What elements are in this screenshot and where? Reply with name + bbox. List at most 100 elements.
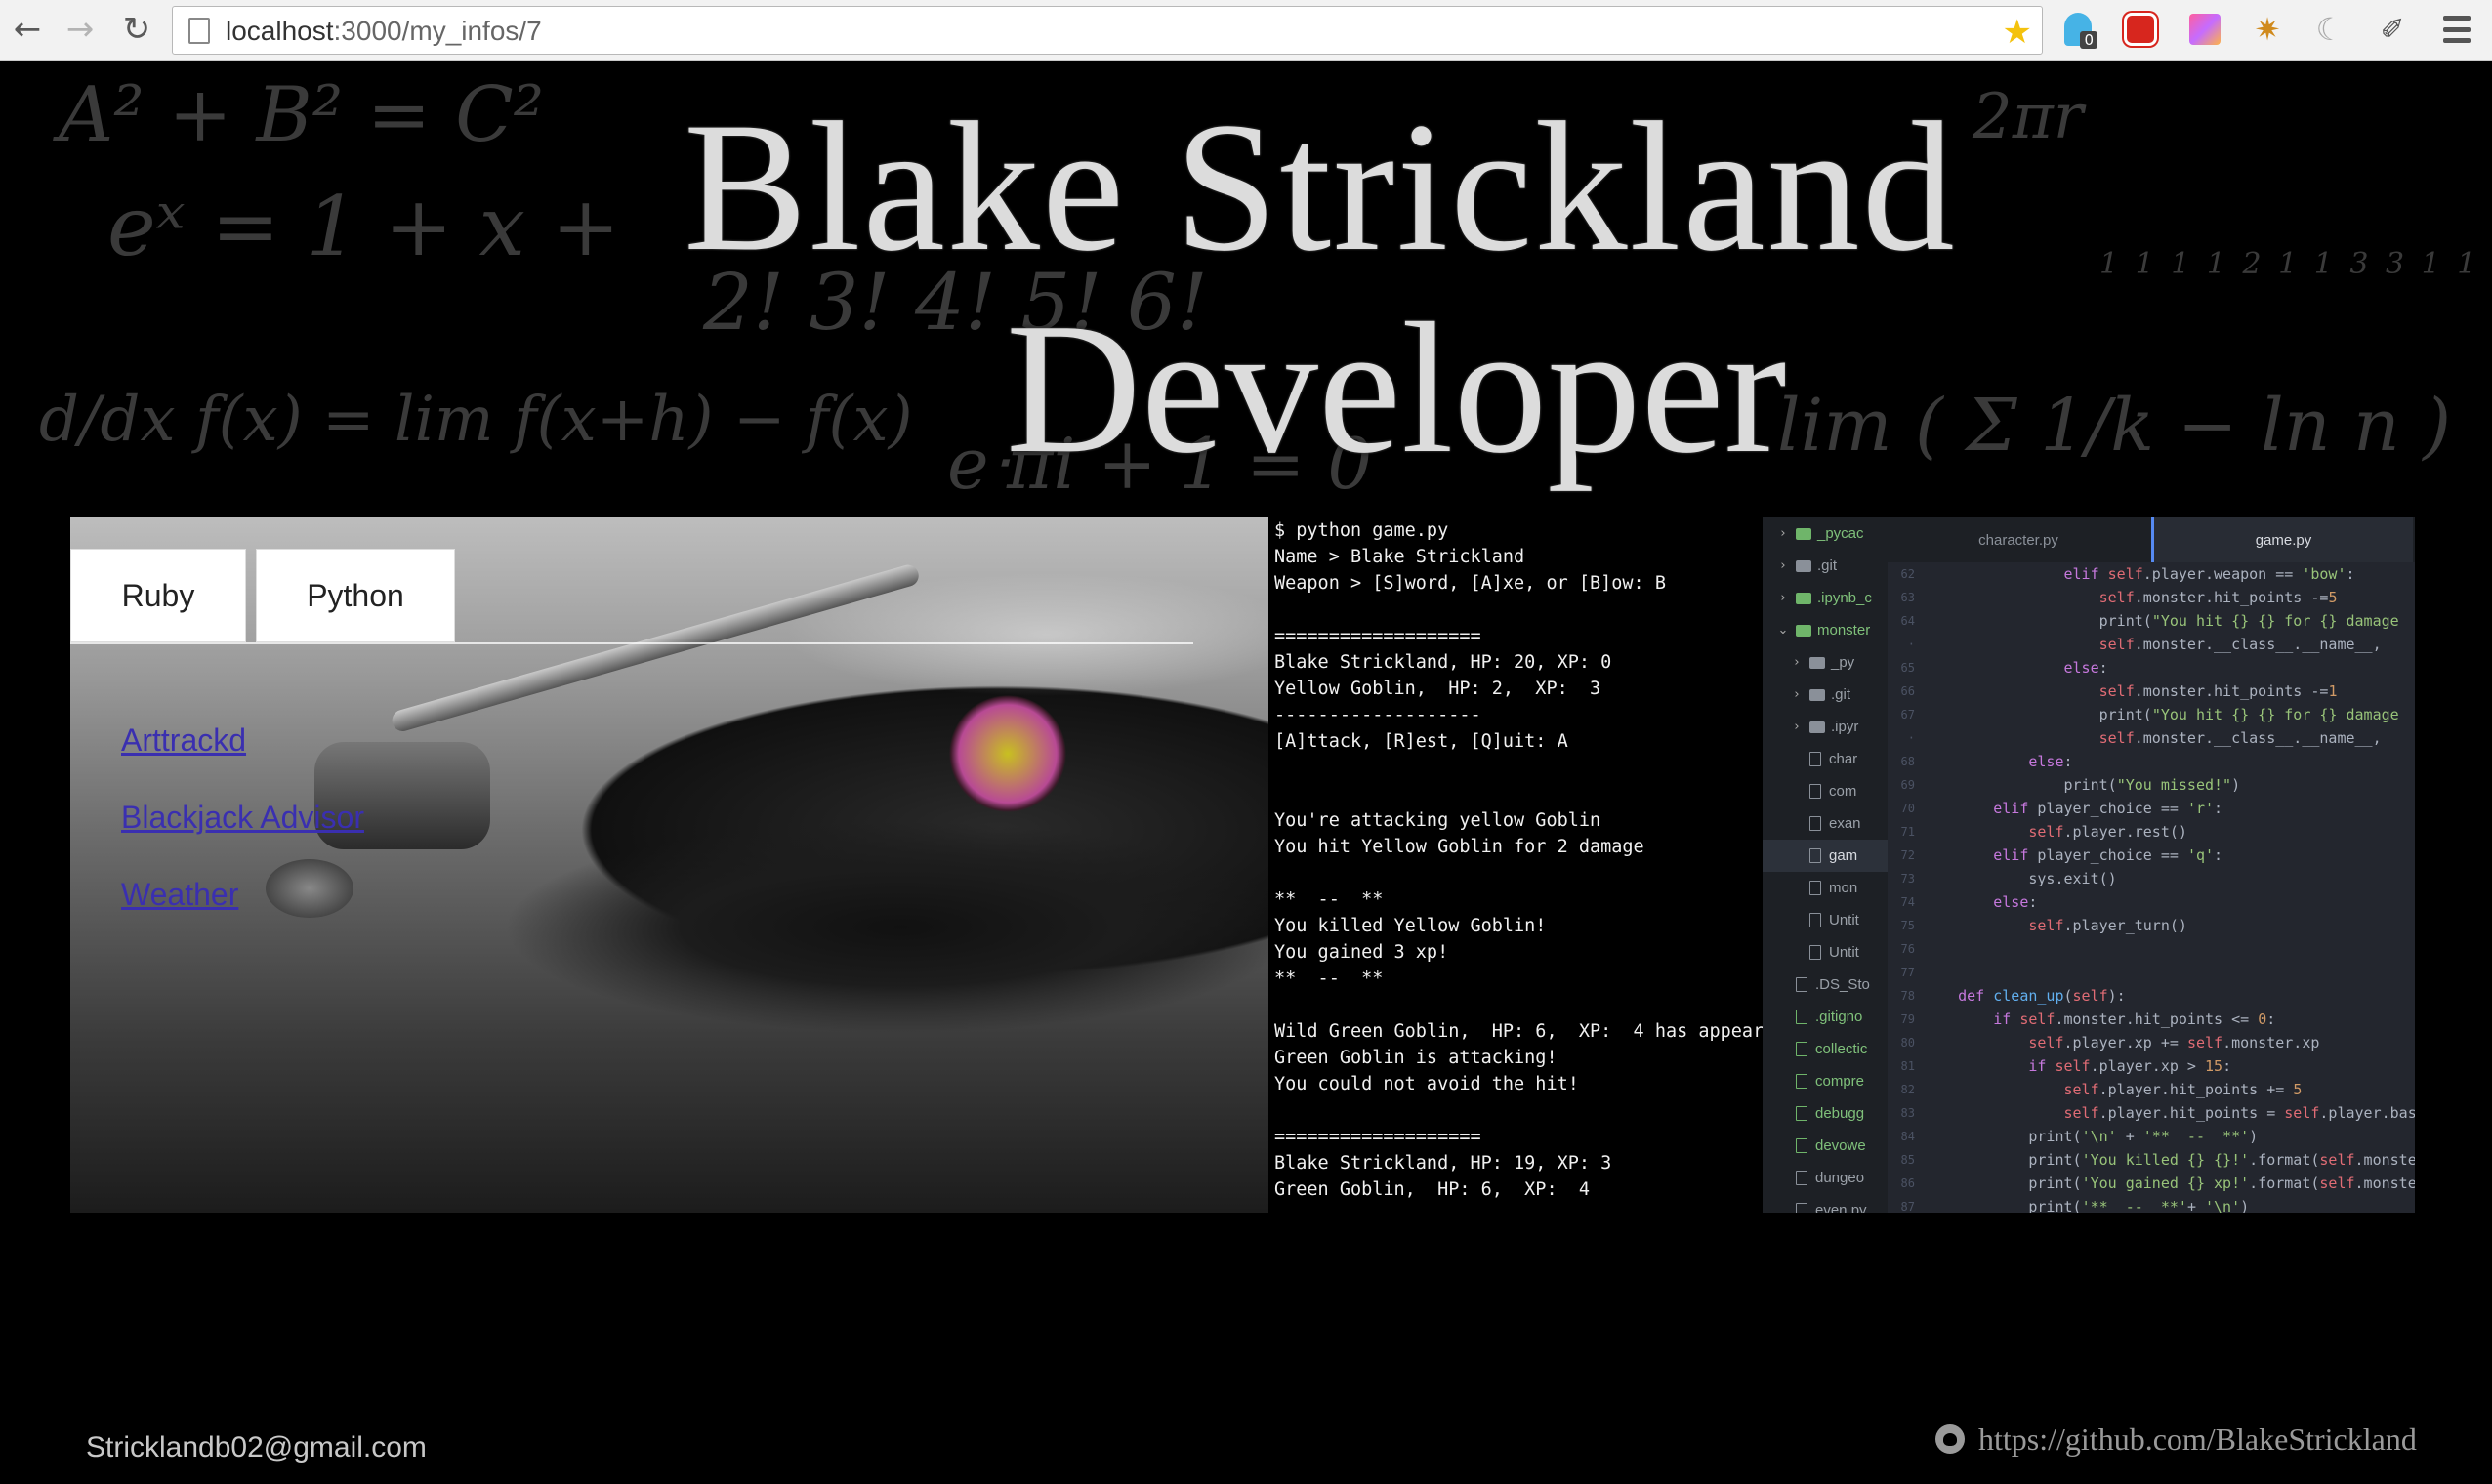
tree-item[interactable]: mon (1763, 872, 1888, 904)
line-number: 86 (1900, 1176, 1915, 1190)
reload-icon[interactable]: ↻ (115, 8, 158, 51)
tree-item-label: Untit (1829, 912, 1859, 928)
menu-icon[interactable] (2437, 12, 2476, 47)
code-text: else: (2028, 753, 2073, 770)
file-icon (1796, 1010, 1807, 1024)
tree-item[interactable]: com (1763, 775, 1888, 807)
code-text: self.monster.__class__.__name__, (2098, 729, 2382, 747)
terminal-line: ------------------- (1274, 705, 1481, 725)
tree-item[interactable]: Untit (1763, 904, 1888, 936)
terminal-line: [A]ttack, [R]est, [Q]uit: A (1274, 731, 1568, 752)
editor-tab-character[interactable]: character.py (1888, 517, 2149, 562)
tree-item[interactable]: exan (1763, 807, 1888, 840)
link-weather[interactable]: Weather (121, 877, 364, 913)
tree-item[interactable]: › .ipyr (1763, 711, 1888, 743)
moon-icon[interactable]: ☾ (2310, 10, 2349, 49)
ghostery-icon[interactable]: 0 (2058, 10, 2097, 49)
link-arttrackd[interactable]: Arttrackd (121, 722, 364, 759)
line-number: 74 (1900, 895, 1915, 909)
terminal-line: =================== (1274, 1127, 1481, 1147)
tree-item[interactable]: char (1763, 743, 1888, 775)
tab-python[interactable]: Python (256, 549, 455, 642)
line-number: 80 (1900, 1036, 1915, 1050)
colorzilla-icon[interactable] (2185, 10, 2224, 49)
editor-panel: › _pycac › .git › .ipynb_c ⌄ monster › _py › .git ›.… (1763, 517, 2415, 1213)
line-number: 72 (1900, 848, 1915, 862)
tree-item[interactable]: debugg (1763, 1097, 1888, 1130)
line-number: 66 (1900, 684, 1915, 698)
editor-tabs: character.py game.py (1888, 517, 2415, 562)
terminal-line: $ python game.py (1274, 520, 1449, 541)
tree-item[interactable]: devowe (1763, 1130, 1888, 1162)
line-number: · (1907, 638, 1915, 651)
code-view: 62 elif self.player.weapon == 'bow': 63 s… (1888, 562, 2415, 1213)
file-icon (1796, 1171, 1807, 1185)
folder-icon (1796, 527, 1811, 540)
tree-item[interactable]: Untit (1763, 936, 1888, 969)
tree-item[interactable]: ⌄ monster (1763, 614, 1888, 646)
code-text: elif player_choice == 'r': (1993, 800, 2223, 817)
github-icon[interactable] (1935, 1424, 1965, 1454)
tree-item[interactable]: › .git (1763, 550, 1888, 582)
chevron-icon: › (1794, 655, 1800, 670)
star-icon[interactable]: ★ (2003, 13, 2032, 52)
folder-icon (1809, 721, 1825, 733)
tree-item[interactable]: .gitigno (1763, 1001, 1888, 1033)
tree-item[interactable]: › .ipynb_c (1763, 582, 1888, 614)
tree-item-label: mon (1829, 880, 1858, 896)
link-blackjack-advisor[interactable]: Blackjack Advisor (121, 800, 364, 836)
tree-item[interactable]: .DS_Sto (1763, 969, 1888, 1001)
tree-item[interactable]: › _pycac (1763, 517, 1888, 550)
tree-item[interactable]: › _py (1763, 646, 1888, 679)
github-link[interactable]: https://github.com/BlakeStrickland (1978, 1422, 2417, 1458)
banner-name: Blake Strickland (684, 85, 1957, 290)
url-text[interactable]: localhost:3000/my_infos/7 (226, 16, 542, 47)
terminal-line: You killed Yellow Goblin! (1274, 916, 1547, 936)
code-text: self.player.xp += self.monster.xp (2028, 1034, 2320, 1051)
terminal-line: Blake Strickland, HP: 19, XP: 3 (1274, 1153, 1612, 1174)
tree-item[interactable]: collectic (1763, 1033, 1888, 1065)
terminal-line: ** -- ** (1274, 889, 1384, 910)
adblock-icon[interactable] (2121, 10, 2160, 49)
file-icon (1809, 913, 1821, 928)
address-bar[interactable]: localhost:3000/my_infos/7 ★ (172, 6, 2043, 55)
header-banner: A² + B² = C² eˣ = 1 + x + d/dx f(x) = li… (0, 62, 2492, 518)
chevron-icon: ⌄ (1777, 623, 1789, 638)
tree-item[interactable]: dungeo (1763, 1162, 1888, 1194)
tree-item[interactable]: › .git (1763, 679, 1888, 711)
eyedropper-icon[interactable]: ✐ (2373, 10, 2412, 49)
code-line: 82 self.player.hit_points += 5 (1888, 1078, 2415, 1101)
tree-item-label: debugg (1815, 1105, 1865, 1122)
chevron-icon: › (1780, 558, 1786, 573)
math-eq-circumference: 2πr (1973, 81, 2084, 153)
tab-ruby[interactable]: Ruby (70, 549, 246, 642)
tree-item[interactable]: even.py (1763, 1194, 1888, 1213)
tree-item[interactable]: compre (1763, 1065, 1888, 1097)
code-text: else: (1993, 893, 2038, 911)
math-eq-derivative: d/dx f(x) = lim f(x+h) − f(x) (39, 384, 913, 456)
code-line: 80 self.player.xp += self.monster.xp (1888, 1031, 2415, 1054)
footer-github[interactable]: https://github.com/BlakeStrickland (1935, 1418, 2417, 1461)
folder-icon (1809, 656, 1825, 669)
line-number: 76 (1900, 942, 1915, 956)
back-arrow-icon[interactable]: ← (6, 8, 49, 51)
gear-extension-icon[interactable]: ✷ (2248, 10, 2287, 49)
tree-item[interactable]: gam (1763, 840, 1888, 872)
math-eq-exponential: eˣ = 1 + x + (107, 179, 620, 274)
banner-role: Developer (1006, 284, 1787, 492)
math-pascal-triangle: 1 1 1 1 2 1 1 3 3 1 1 4 6 4 1 (2099, 247, 2492, 281)
code-line: 73 sys.exit() (1888, 867, 2415, 890)
code-text: elif player_choice == 'q': (1993, 846, 2223, 864)
code-line: 79 if self.monster.hit_points <= 0: (1888, 1008, 2415, 1031)
code-text: sys.exit() (1923, 870, 2117, 887)
forward-arrow-icon[interactable]: → (59, 8, 102, 51)
terminal-line: =================== (1274, 626, 1481, 646)
code-line: · self.monster.__class__.__name__, (1888, 633, 2415, 656)
terminal-line: Green Goblin is attacking! (1274, 1048, 1558, 1068)
editor-tab-game[interactable]: game.py (2151, 517, 2413, 562)
math-eq-pythagoras: A² + B² = C² (59, 71, 545, 159)
tree-item-label: dungeo (1815, 1170, 1865, 1186)
code-text: def clean_up(self): (1958, 987, 2126, 1005)
code-text: if self.monster.hit_points <= 0: (1993, 1010, 2276, 1028)
